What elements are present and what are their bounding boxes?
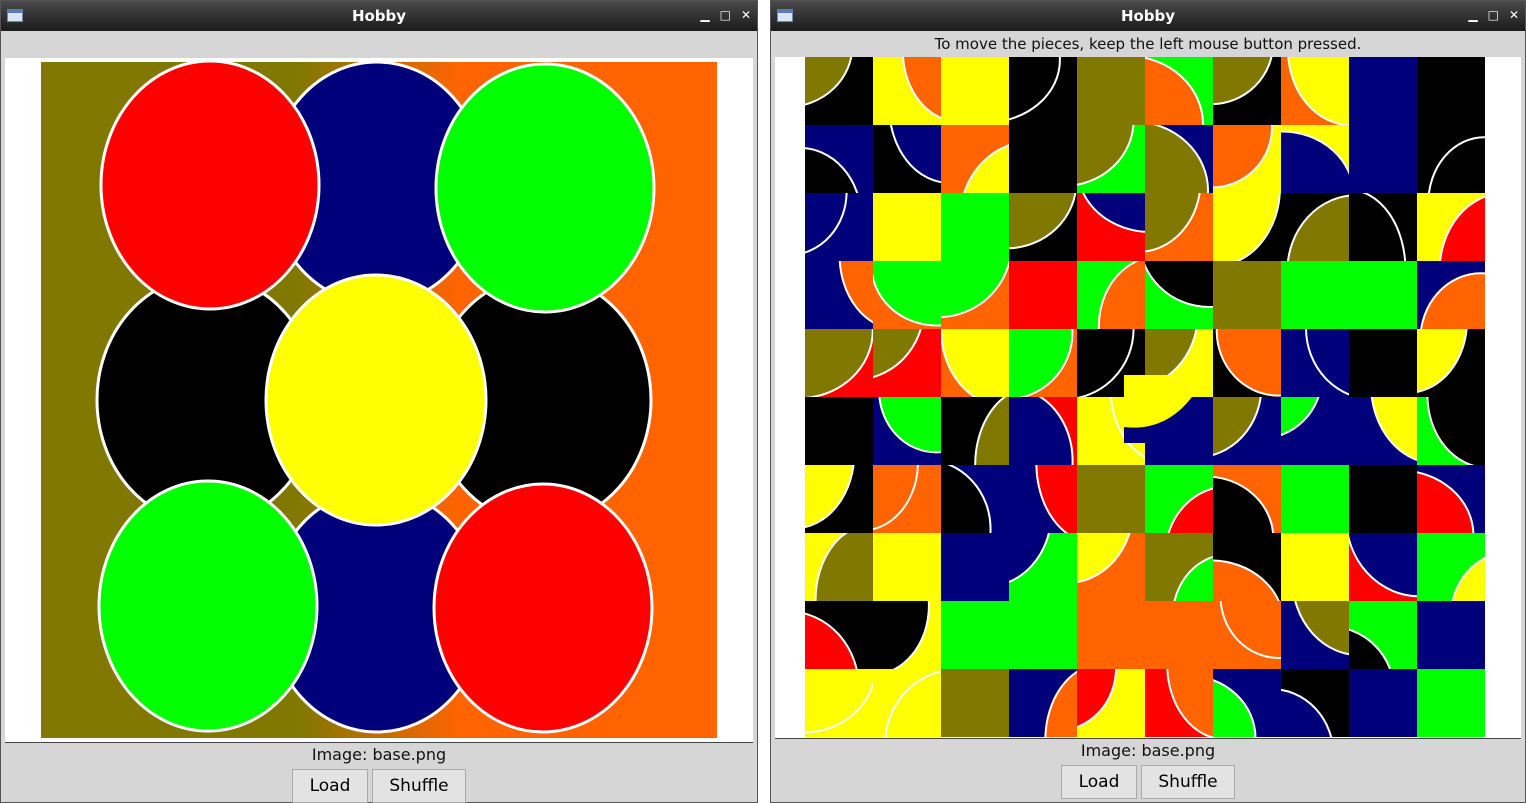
puzzle-piece[interactable] — [1145, 601, 1213, 669]
window-title: Hobby — [351, 7, 407, 25]
puzzle-piece[interactable] — [805, 397, 873, 465]
red-circle-top-left — [99, 59, 321, 311]
puzzle-piece[interactable] — [1077, 57, 1145, 125]
titlebar[interactable]: Hobby ▁ □ ✕ — [771, 1, 1525, 31]
puzzle-piece[interactable] — [1349, 329, 1417, 397]
close-icon[interactable]: ✕ — [1509, 8, 1519, 22]
puzzle-piece[interactable] — [1417, 57, 1485, 125]
minimize-icon[interactable]: ▁ — [700, 8, 709, 22]
puzzle-piece[interactable] — [1349, 465, 1417, 533]
window-right: Hobby ▁ □ ✕ To move the pieces, keep the… — [770, 0, 1526, 803]
puzzle-piece[interactable] — [1213, 261, 1281, 329]
puzzle-piece[interactable] — [1417, 601, 1485, 669]
puzzle-piece[interactable] — [1417, 669, 1485, 737]
load-button[interactable]: Load — [292, 769, 368, 803]
shuffle-button[interactable]: Shuffle — [1141, 765, 1235, 799]
image-canvas[interactable] — [5, 58, 753, 743]
puzzle-piece[interactable] — [1281, 533, 1349, 601]
window-left: Hobby ▁ □ ✕ Image: base.png Load Shuffle — [0, 0, 758, 803]
puzzle-canvas[interactable] — [775, 57, 1521, 739]
puzzle-piece[interactable] — [873, 533, 941, 601]
puzzle-piece[interactable] — [941, 601, 1009, 669]
puzzle-piece[interactable] — [1349, 669, 1417, 737]
puzzle-piece[interactable] — [1349, 261, 1417, 329]
puzzle-piece[interactable] — [941, 57, 1009, 125]
puzzle-piece[interactable] — [1077, 465, 1145, 533]
puzzle-piece[interactable] — [1281, 465, 1349, 533]
puzzle-piece[interactable] — [941, 193, 1009, 261]
minimize-icon[interactable]: ▁ — [1468, 8, 1477, 22]
puzzle-piece[interactable] — [941, 669, 1009, 737]
load-button[interactable]: Load — [1061, 765, 1137, 799]
puzzle-piece[interactable] — [1349, 57, 1417, 125]
maximize-icon[interactable]: □ — [720, 8, 731, 22]
puzzle-piece[interactable] — [775, 57, 873, 125]
green-circle-top-right — [434, 62, 656, 314]
image-caption: Image: base.png — [311, 745, 447, 764]
shuffle-button[interactable]: Shuffle — [372, 769, 466, 803]
info-bar — [1, 31, 757, 58]
titlebar[interactable]: Hobby ▁ □ ✕ — [1, 1, 757, 31]
puzzle-piece[interactable] — [1349, 125, 1417, 193]
puzzle-piece[interactable] — [1009, 125, 1077, 193]
puzzle-piece[interactable] — [1077, 601, 1145, 669]
puzzle-image — [41, 59, 717, 738]
green-circle-bottom-left — [97, 479, 319, 733]
red-circle-bottom-right — [432, 482, 654, 734]
puzzle-board[interactable] — [775, 57, 1521, 738]
yellow-circle-center — [264, 273, 488, 527]
close-icon[interactable]: ✕ — [741, 8, 751, 22]
dragged-piece[interactable] — [1124, 375, 1192, 443]
window-title: Hobby — [1120, 7, 1176, 25]
maximize-icon[interactable]: □ — [1488, 8, 1499, 22]
puzzle-piece[interactable] — [873, 193, 941, 261]
puzzle-piece[interactable] — [941, 533, 1009, 601]
info-bar: To move the pieces, keep the left mouse … — [934, 35, 1362, 53]
puzzle-piece[interactable] — [1009, 601, 1077, 669]
puzzle-piece[interactable] — [1281, 261, 1349, 329]
image-caption: Image: base.png — [1080, 741, 1216, 760]
puzzle-piece[interactable] — [1009, 261, 1077, 329]
